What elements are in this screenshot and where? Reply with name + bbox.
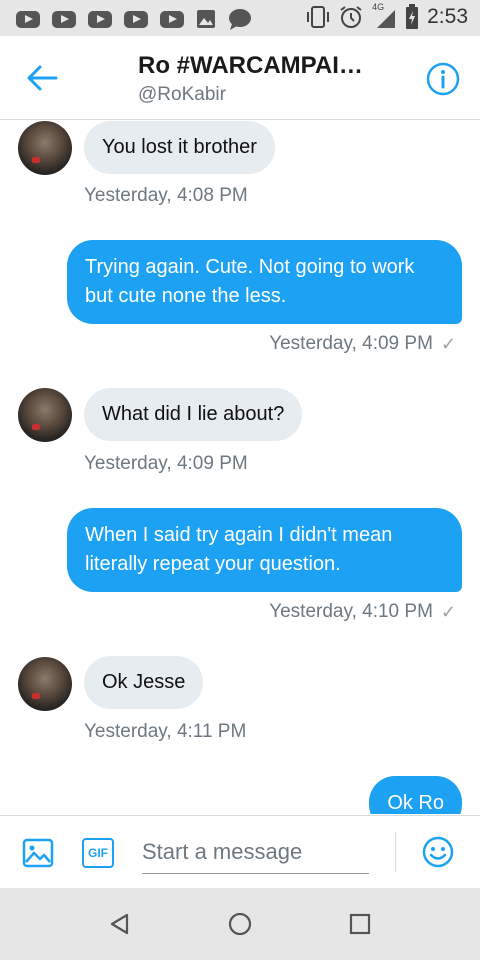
message-input[interactable] <box>142 830 369 874</box>
message-thread[interactable]: You lost it brother Yesterday, 4:08 PM T… <box>0 121 480 814</box>
system-nav-bar <box>0 888 480 960</box>
youtube-icon <box>16 10 40 28</box>
add-photo-icon[interactable] <box>22 838 54 868</box>
nav-back-icon[interactable] <box>108 912 132 936</box>
nav-home-icon[interactable] <box>228 912 252 936</box>
message-timestamp-row: Yesterday, 4:10 PM ✓ <box>269 601 456 623</box>
signal-icon: 4G <box>371 2 397 30</box>
chat-icon <box>229 9 251 30</box>
status-time: 2:53 <box>427 5 468 28</box>
nav-recents-icon[interactable] <box>349 913 371 935</box>
message-timestamp: Yesterday, 4:08 PM <box>84 185 248 206</box>
composer-divider <box>395 832 396 872</box>
sent-check-icon: ✓ <box>440 333 456 354</box>
sent-check-icon: ✓ <box>440 601 456 622</box>
message-composer: GIF <box>0 815 480 888</box>
youtube-icon <box>124 10 148 28</box>
image-icon <box>197 10 215 28</box>
incoming-message-bubble[interactable]: Ok Jesse <box>84 656 204 709</box>
avatar[interactable] <box>18 388 72 442</box>
youtube-icon <box>88 10 112 28</box>
alarm-icon <box>340 6 362 28</box>
message-timestamp: Yesterday, 4:11 PM <box>84 721 247 742</box>
youtube-icon <box>160 10 184 28</box>
outgoing-message-bubble[interactable]: Ok Ro <box>369 776 462 814</box>
battery-icon <box>406 4 419 29</box>
incoming-message-bubble[interactable]: What did I lie about? <box>84 388 303 441</box>
message-timestamp: Yesterday, 4:09 PM <box>269 333 433 354</box>
avatar[interactable] <box>18 657 72 711</box>
gif-button[interactable]: GIF <box>82 838 114 868</box>
message-timestamp: Yesterday, 4:10 PM <box>269 601 433 622</box>
conversation-title[interactable]: Ro #WARCAMPAI… <box>138 52 363 80</box>
emoji-icon[interactable] <box>422 836 454 868</box>
conversation-handle: @RoKabir <box>138 84 226 105</box>
gif-label: GIF <box>88 846 108 860</box>
message-timestamp: Yesterday, 4:09 PM <box>84 453 248 474</box>
avatar[interactable] <box>18 121 72 175</box>
incoming-message-bubble[interactable]: You lost it brother <box>84 121 275 174</box>
info-icon[interactable] <box>426 62 460 96</box>
outgoing-message-bubble[interactable]: When I said try again I didn't mean lite… <box>67 508 462 592</box>
message-timestamp-row: Yesterday, 4:09 PM ✓ <box>269 333 456 355</box>
conversation-header: Ro #WARCAMPAI… @RoKabir <box>0 36 480 120</box>
vibrate-icon <box>307 6 330 28</box>
outgoing-message-bubble[interactable]: Trying again. Cute. Not going to work bu… <box>67 240 462 324</box>
status-bar: 4G 2:53 <box>0 0 480 36</box>
back-arrow-icon[interactable] <box>24 62 60 94</box>
youtube-icon <box>52 10 76 28</box>
